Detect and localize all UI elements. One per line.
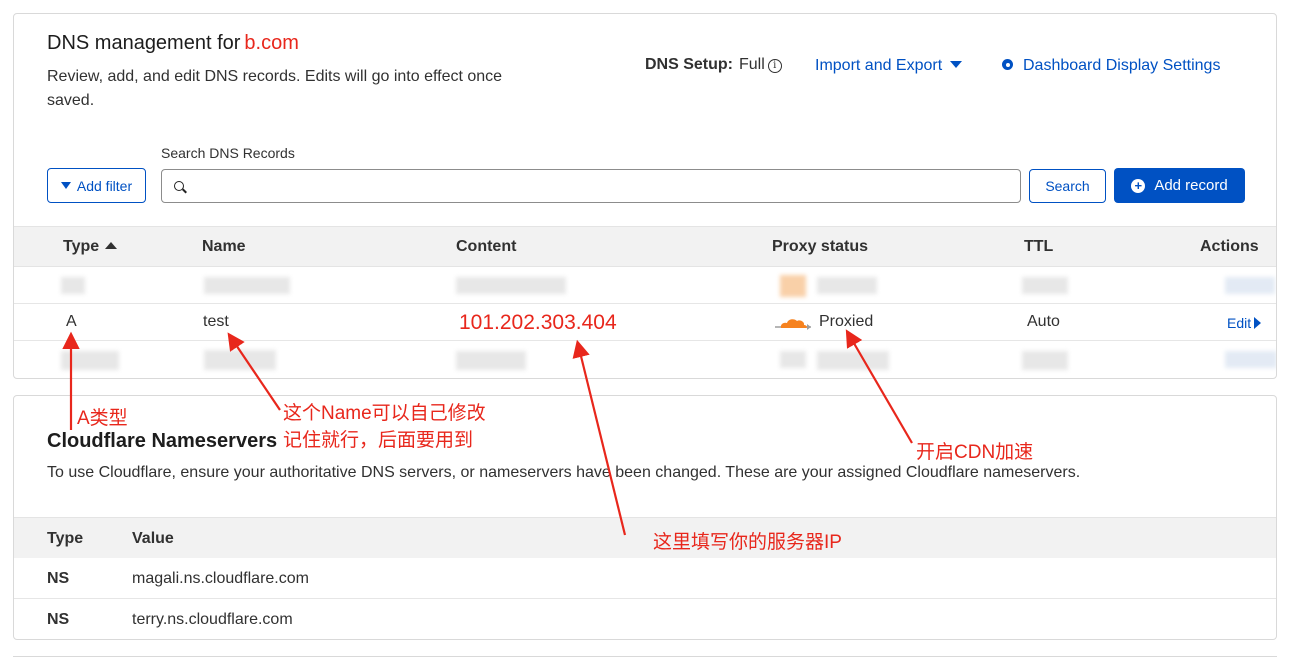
annotation-name-2: 记住就行，后面要用到	[283, 430, 474, 451]
col-actions: Actions	[1200, 238, 1259, 255]
ns-value: terry.ns.cloudflare.com	[132, 611, 293, 628]
info-icon[interactable]: i	[767, 59, 782, 73]
redacted-block	[456, 277, 566, 294]
search-input[interactable]	[196, 174, 1006, 198]
record-name: test	[203, 313, 229, 330]
edit-label: Edit	[1227, 315, 1252, 331]
redacted-block	[1022, 277, 1068, 294]
redacted-block	[61, 351, 119, 370]
record-ttl: Auto	[1027, 313, 1060, 330]
annotation-type: A类型	[77, 408, 128, 429]
record-content: 101.202.303.404	[459, 311, 617, 334]
col-type-label: Type	[63, 238, 100, 255]
redacted-block	[780, 275, 806, 297]
table-row-redacted	[14, 267, 1276, 304]
ns-type: NS	[47, 611, 70, 628]
gear-icon	[1002, 59, 1013, 70]
nameservers-table-header: Type Value	[14, 517, 1276, 558]
redacted-block	[204, 277, 290, 294]
annotation-ip: 这里填写你的服务器IP	[653, 532, 842, 553]
proxied-cloud-icon	[775, 319, 811, 330]
col-name[interactable]: Name	[202, 238, 246, 256]
record-type: A	[66, 313, 77, 330]
ns-type: NS	[47, 570, 70, 587]
cloudflare-nameservers-card: Cloudflare Nameservers To use Cloudflare…	[13, 395, 1277, 640]
dns-management-card: DNS management for b.com Review, add, and…	[13, 13, 1277, 379]
plus-circle-icon: +	[1131, 178, 1146, 193]
redacted-block	[780, 351, 806, 368]
dns-setup-value: Full	[739, 56, 765, 73]
ns-col-type: Type	[47, 530, 84, 547]
table-row-redacted	[14, 341, 1276, 378]
domain-name: b.com	[244, 32, 299, 54]
redacted-block	[1225, 277, 1275, 294]
search-icon	[174, 181, 184, 191]
redacted-block	[61, 277, 85, 294]
page-title: DNS management for b.com	[47, 32, 299, 55]
annotation-name-1: 这个Name可以自己修改	[283, 403, 486, 424]
redacted-block	[456, 351, 526, 370]
col-content[interactable]: Content	[456, 238, 516, 256]
record-proxy-status: Proxied	[819, 313, 874, 330]
import-export-label: Import and Export	[815, 57, 943, 74]
filter-icon	[60, 182, 71, 189]
redacted-block	[817, 351, 889, 370]
add-filter-label: Add filter	[76, 177, 133, 194]
ns-value: magali.ns.cloudflare.com	[132, 570, 309, 587]
redacted-block	[817, 277, 877, 294]
col-type[interactable]: Type	[63, 238, 118, 256]
dns-setup-status: DNS Setup: Full i	[645, 56, 782, 74]
nameservers-description: To use Cloudflare, ensure your authorita…	[47, 464, 1081, 481]
search-field[interactable]	[161, 169, 1021, 203]
col-proxy-status[interactable]: Proxy status	[772, 238, 868, 256]
table-row: NS magali.ns.cloudflare.com	[14, 558, 1276, 599]
page-title-text: DNS management for	[47, 32, 241, 54]
records-table-header: Type Name Content Proxy status TTL Actio…	[14, 226, 1276, 267]
redacted-block	[204, 350, 276, 370]
sort-ascending-icon	[105, 242, 118, 249]
caret-down-icon	[950, 61, 963, 68]
redacted-block	[1022, 351, 1068, 370]
page-description: Review, add, and edit DNS records. Edits…	[47, 68, 503, 109]
dashboard-display-settings-link[interactable]: Dashboard Display Settings	[1002, 57, 1220, 75]
annotation-cdn: 开启CDN加速	[916, 442, 1034, 463]
import-export-menu[interactable]: Import and Export	[815, 57, 963, 75]
redacted-block	[1225, 351, 1276, 368]
add-record-label: Add record	[1154, 177, 1228, 194]
nameservers-title: Cloudflare Nameservers	[47, 430, 278, 452]
search-button[interactable]: Search	[1029, 169, 1106, 203]
edit-record-button[interactable]: Edit	[1227, 315, 1262, 331]
add-filter-button[interactable]: Add filter	[47, 168, 146, 203]
dns-setup-label: DNS Setup:	[645, 56, 733, 73]
table-row[interactable]: A test 101.202.303.404 Proxied Auto Edit	[14, 304, 1276, 341]
col-ttl[interactable]: TTL	[1024, 238, 1053, 256]
add-record-button[interactable]: + Add record	[1114, 168, 1245, 203]
search-label: Search DNS Records	[161, 145, 295, 161]
ns-col-value: Value	[132, 530, 174, 547]
chevron-right-icon	[1254, 317, 1262, 329]
table-row: NS terry.ns.cloudflare.com	[14, 599, 1276, 639]
display-settings-label: Dashboard Display Settings	[1023, 57, 1221, 74]
